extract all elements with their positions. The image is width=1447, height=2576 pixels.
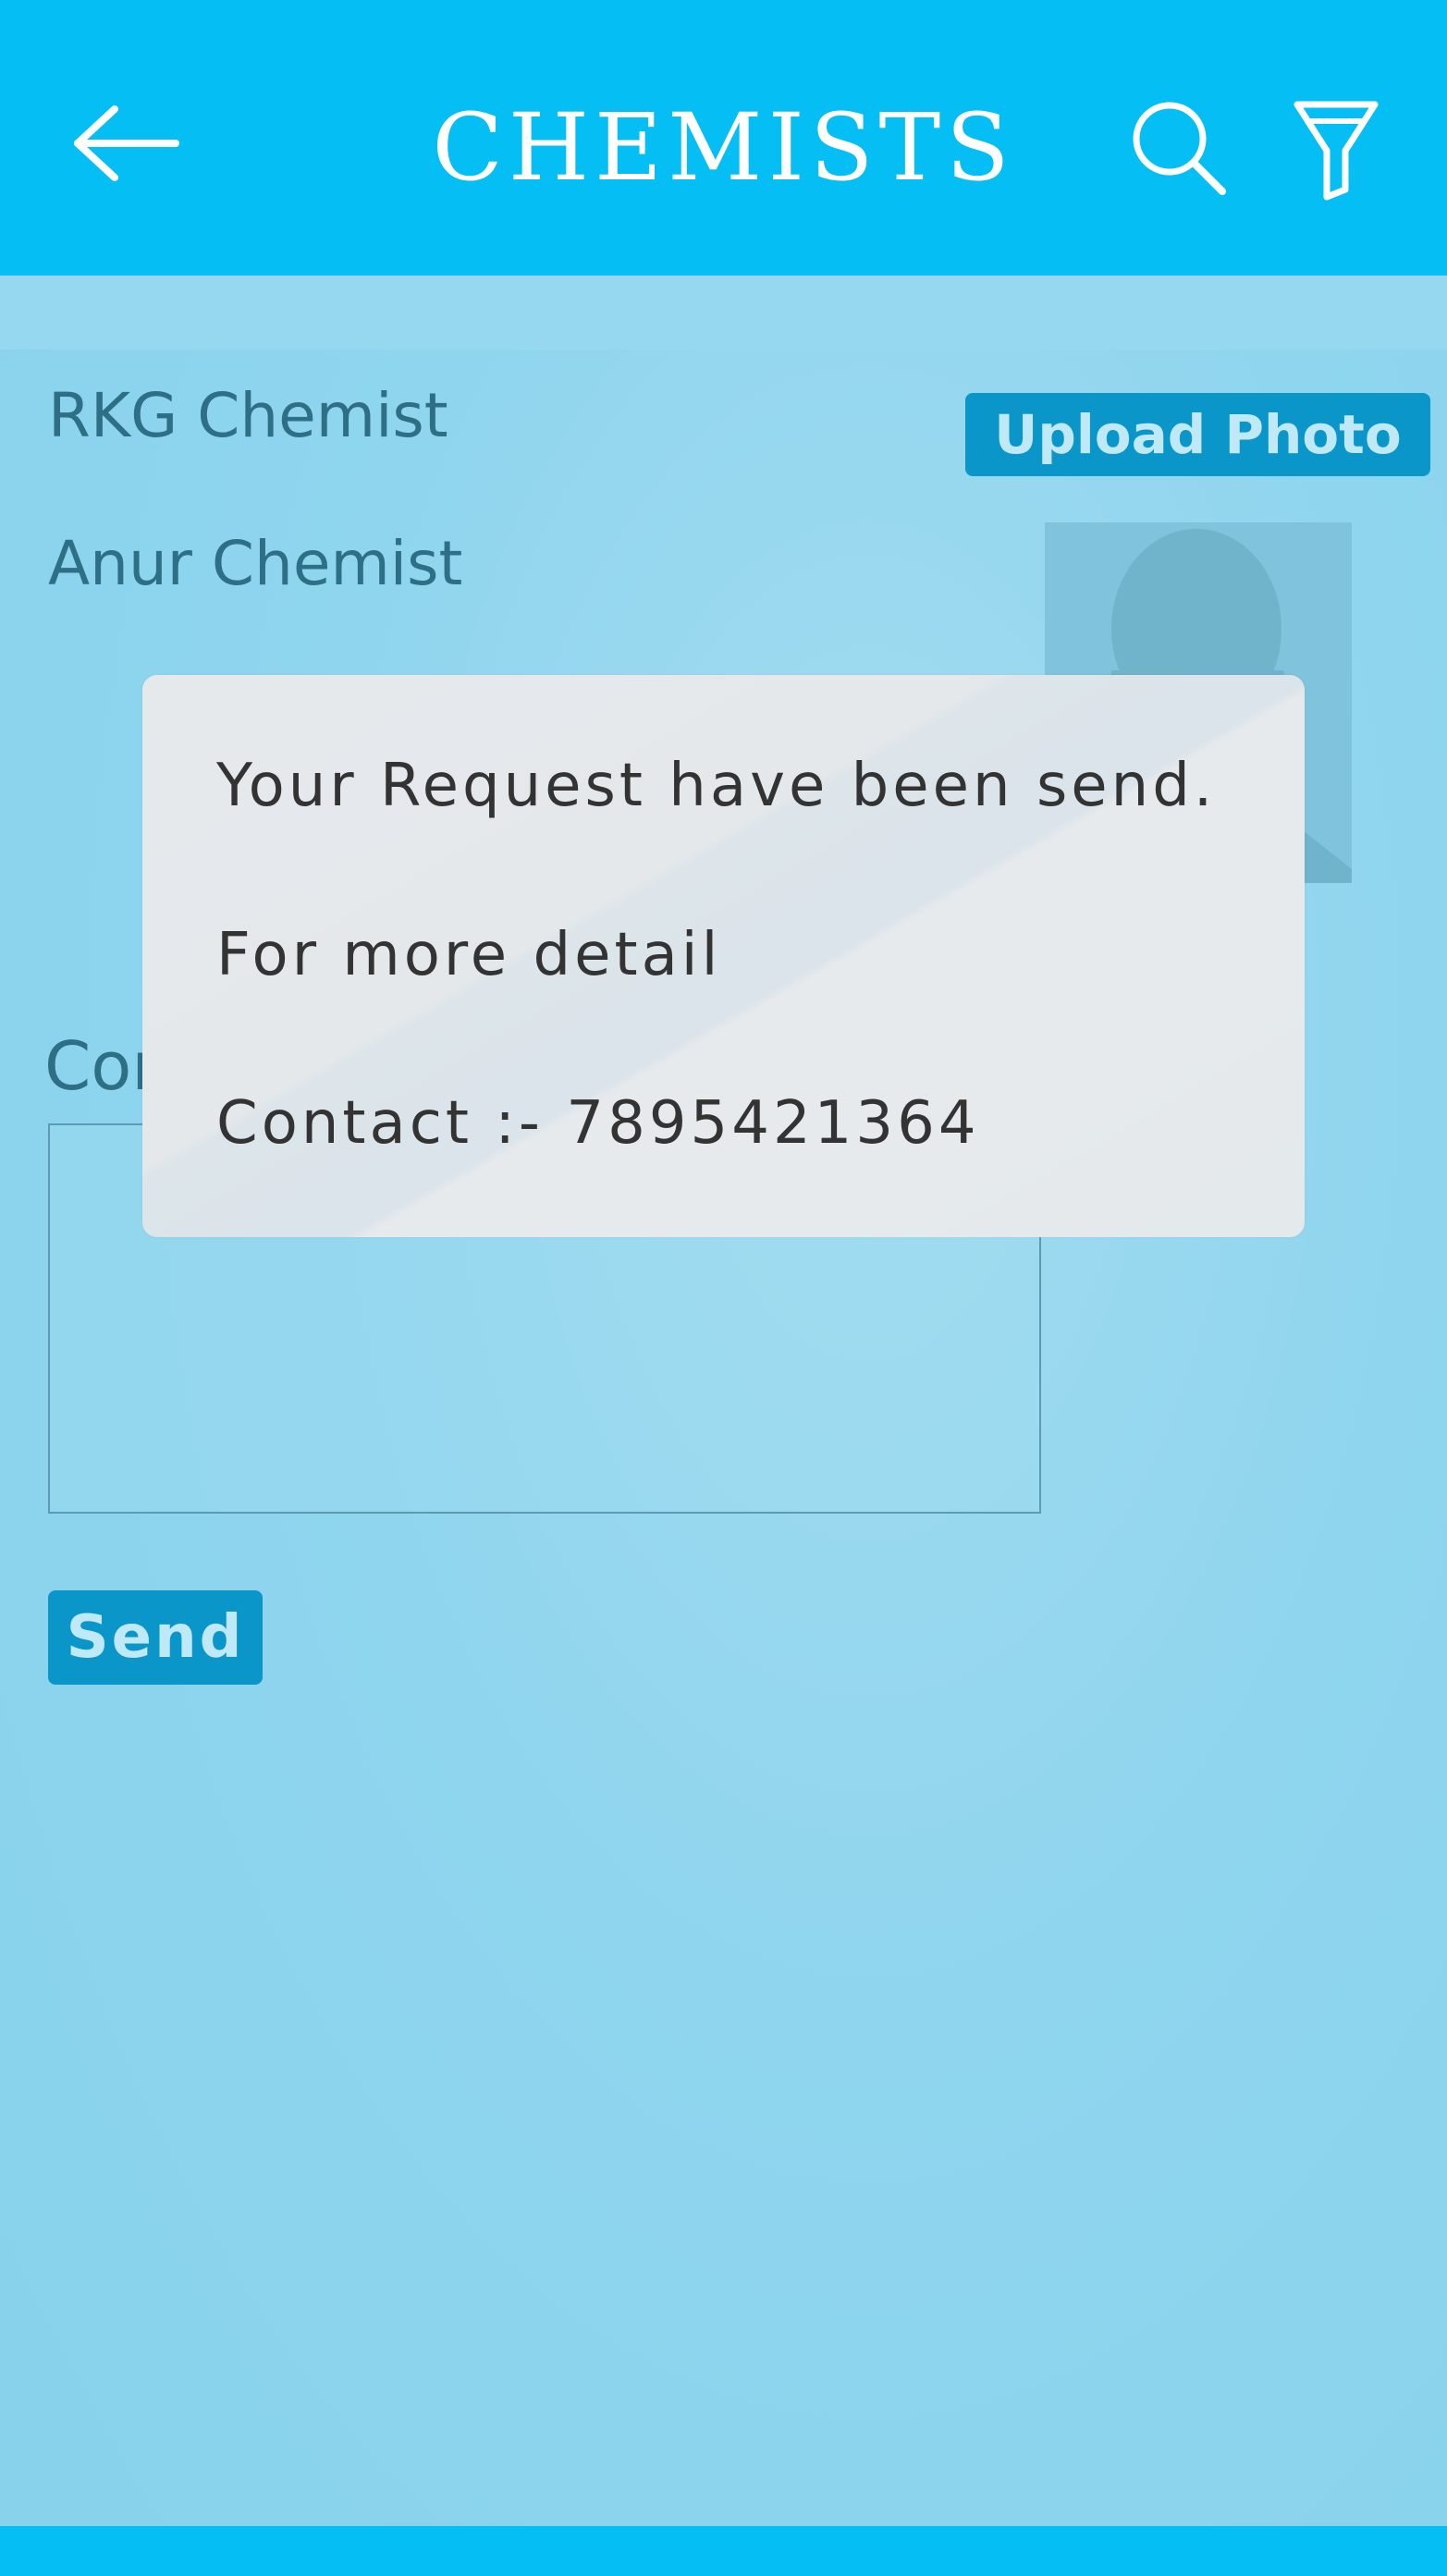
contact-name: Anur Chemist: [48, 528, 463, 599]
app-header: CHEMISTS: [0, 0, 1447, 276]
request-sent-dialog[interactable]: Your Request have been send. For more de…: [142, 675, 1305, 1237]
chemist-name: RKG Chemist: [48, 380, 448, 451]
page-title: CHEMISTS: [432, 93, 1015, 202]
dialog-detail-text: For more detail: [216, 921, 722, 989]
filter-button[interactable]: [1290, 97, 1382, 203]
upload-photo-button[interactable]: Upload Photo: [965, 393, 1430, 476]
bottom-bar: [0, 2526, 1447, 2576]
send-button[interactable]: Send: [48, 1590, 263, 1685]
dialog-contact-text: Contact :- 7895421364: [216, 1089, 980, 1158]
filter-icon: [1294, 101, 1379, 201]
dialog-message: Your Request have been send.: [216, 752, 1217, 820]
search-icon: [1133, 102, 1226, 195]
search-button[interactable]: [1128, 97, 1230, 199]
header-subbar: [0, 276, 1447, 350]
